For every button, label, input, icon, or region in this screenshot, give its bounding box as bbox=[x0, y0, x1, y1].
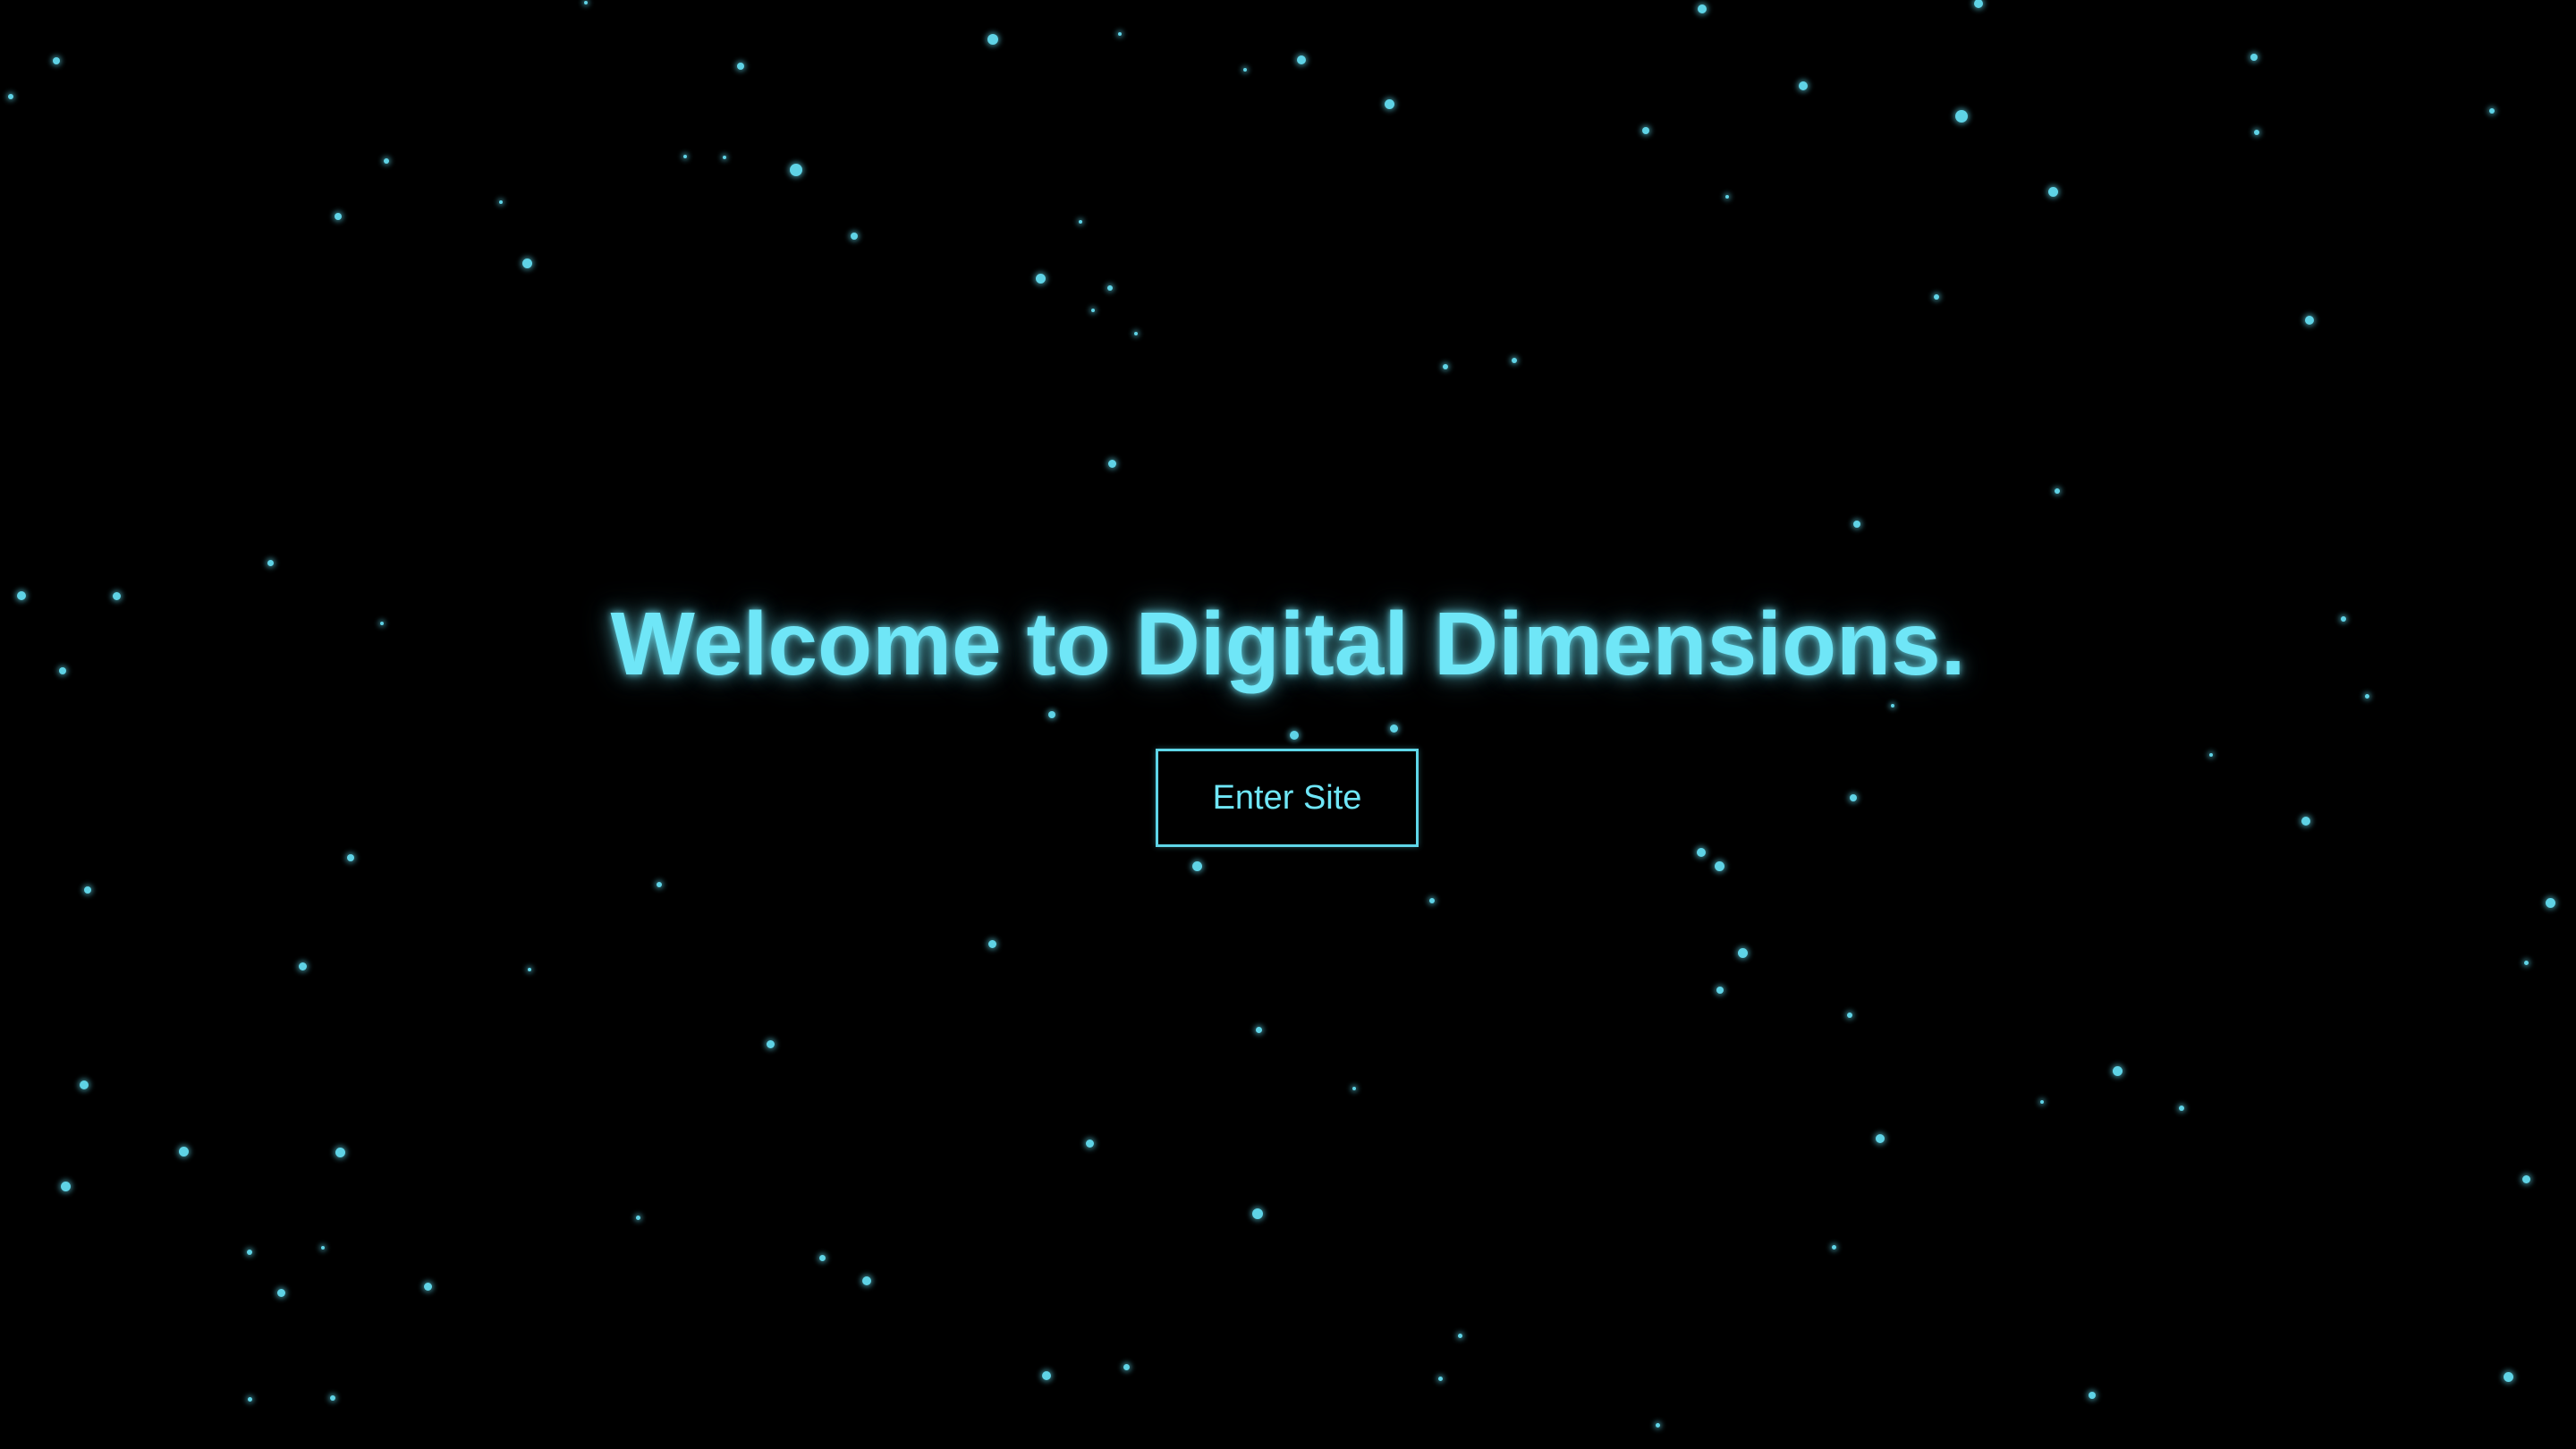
star-dot bbox=[2055, 488, 2060, 494]
star-dot bbox=[1085, 1139, 1094, 1148]
star-dot bbox=[1123, 1363, 1130, 1370]
star-dot bbox=[1737, 947, 1748, 958]
hero-section: Welcome to Digital Dimensions. bbox=[0, 590, 2576, 698]
star-dot bbox=[1437, 1376, 1443, 1381]
star-dot bbox=[1831, 1244, 1836, 1250]
star-dot bbox=[1255, 1026, 1262, 1033]
star-dot bbox=[1955, 110, 1968, 123]
star-dot bbox=[528, 968, 531, 971]
star-dot bbox=[60, 1181, 71, 1191]
star-dot bbox=[1655, 1422, 1660, 1428]
star-dot bbox=[423, 1282, 432, 1291]
star-dot bbox=[1443, 364, 1448, 369]
star-dot bbox=[1799, 81, 1808, 90]
star-dot bbox=[347, 854, 354, 861]
star-dot bbox=[1243, 68, 1247, 72]
star-dot bbox=[1107, 459, 1116, 468]
star-dot bbox=[737, 63, 744, 70]
star-dot bbox=[1118, 32, 1122, 36]
star-dot bbox=[2489, 108, 2495, 114]
star-dot bbox=[584, 1, 588, 4]
star-dot bbox=[987, 939, 996, 948]
star-dot bbox=[818, 1254, 826, 1261]
star-dot bbox=[1974, 0, 1983, 8]
star-dot bbox=[247, 1396, 252, 1402]
star-dot bbox=[635, 1215, 640, 1220]
star-dot bbox=[2179, 1106, 2184, 1111]
star-dot bbox=[247, 1250, 252, 1255]
star-dot bbox=[1934, 294, 1939, 300]
star-dot bbox=[862, 1276, 871, 1285]
welcome-headline: Welcome to Digital Dimensions. bbox=[610, 594, 1966, 694]
star-dot bbox=[267, 559, 274, 566]
star-dot bbox=[2209, 753, 2213, 757]
star-dot bbox=[657, 882, 662, 887]
star-dot bbox=[1698, 4, 1707, 13]
star-dot bbox=[1876, 1134, 1885, 1143]
star-dot bbox=[766, 1039, 775, 1048]
star-dot bbox=[521, 258, 532, 268]
star-dot bbox=[2254, 130, 2259, 135]
star-dot bbox=[335, 213, 342, 220]
star-dot bbox=[384, 158, 389, 164]
star-dot bbox=[1297, 55, 1306, 64]
star-dot bbox=[2523, 960, 2529, 965]
star-dot bbox=[723, 156, 726, 159]
star-dot bbox=[1850, 794, 1857, 801]
star-dot bbox=[790, 164, 802, 176]
star-dot bbox=[1048, 711, 1055, 718]
star-dot bbox=[1716, 987, 1724, 994]
star-dot bbox=[276, 1288, 285, 1297]
star-dot bbox=[2250, 54, 2258, 61]
star-dot bbox=[2545, 897, 2555, 908]
starfield-background bbox=[0, 0, 2576, 1449]
star-dot bbox=[80, 1080, 89, 1089]
star-dot bbox=[1697, 848, 1706, 857]
star-dot bbox=[499, 200, 503, 204]
star-dot bbox=[1847, 1013, 1852, 1018]
star-dot bbox=[2089, 1392, 2096, 1399]
star-dot bbox=[1107, 285, 1113, 291]
landing-page: Welcome to Digital Dimensions. Enter Sit… bbox=[0, 0, 2576, 1449]
star-dot bbox=[1384, 98, 1394, 109]
star-dot bbox=[1457, 1333, 1462, 1338]
star-dot bbox=[321, 1246, 325, 1250]
star-dot bbox=[2521, 1174, 2530, 1183]
star-dot bbox=[1642, 127, 1649, 134]
star-dot bbox=[1134, 332, 1138, 335]
star-dot bbox=[178, 1146, 189, 1157]
star-dot bbox=[1512, 358, 1517, 363]
star-dot bbox=[1429, 898, 1435, 903]
star-dot bbox=[1891, 704, 1894, 708]
star-dot bbox=[2503, 1371, 2513, 1382]
star-dot bbox=[1042, 1371, 1051, 1380]
star-dot bbox=[8, 94, 13, 99]
star-dot bbox=[2301, 817, 2310, 826]
star-dot bbox=[2305, 316, 2314, 325]
star-dot bbox=[1091, 309, 1095, 312]
star-dot bbox=[1035, 273, 1046, 284]
star-dot bbox=[84, 886, 91, 894]
star-dot bbox=[53, 57, 60, 64]
enter-site-button[interactable]: Enter Site bbox=[1156, 749, 1419, 847]
star-dot bbox=[330, 1395, 335, 1401]
star-dot bbox=[335, 1147, 345, 1157]
star-dot bbox=[298, 962, 307, 970]
star-dot bbox=[1079, 220, 1082, 224]
star-dot bbox=[851, 233, 858, 240]
star-dot bbox=[1725, 195, 1729, 199]
star-dot bbox=[987, 34, 998, 45]
star-dot bbox=[2040, 1100, 2044, 1104]
star-dot bbox=[2112, 1065, 2123, 1076]
star-dot bbox=[1252, 1208, 1263, 1219]
star-dot bbox=[683, 155, 687, 158]
star-dot bbox=[1290, 731, 1299, 740]
star-dot bbox=[1853, 521, 1860, 528]
star-dot bbox=[1352, 1087, 1356, 1090]
star-dot bbox=[2047, 186, 2058, 197]
star-dot bbox=[1191, 860, 1202, 871]
star-dot bbox=[1389, 724, 1398, 733]
star-dot bbox=[1714, 860, 1724, 871]
